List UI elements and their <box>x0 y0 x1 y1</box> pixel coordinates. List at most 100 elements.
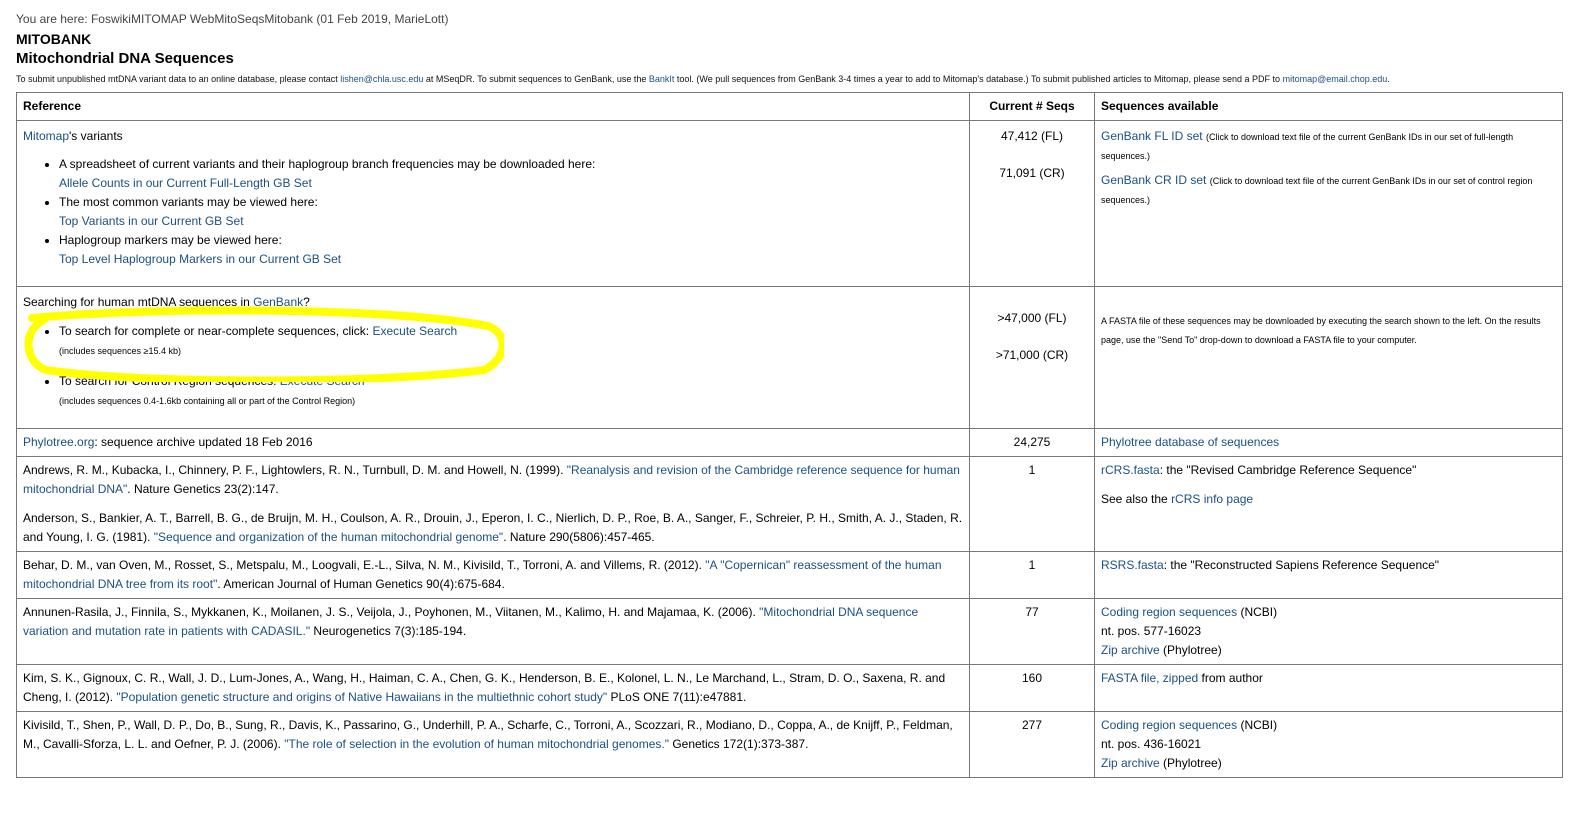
count-cell: 1 <box>969 551 1095 599</box>
text: Searching for human mtDNA sequences in <box>23 295 254 309</box>
bankit-link[interactable]: BankIt <box>649 74 675 84</box>
reference-cell: Kivisild, T., Shen, P., Wall, D. P., Do,… <box>16 711 970 778</box>
text: The most common variants may be viewed h… <box>59 195 318 209</box>
reference-cell: Andrews, R. M., Kubacka, I., Chinnery, P… <box>16 456 970 552</box>
text: See also the <box>1101 492 1172 506</box>
text: (NCBI) <box>1237 605 1278 619</box>
text: ? <box>303 295 310 309</box>
allele-counts-link[interactable]: Allele Counts in our Current Full-Length… <box>59 176 312 190</box>
breadcrumb-foswiki[interactable]: Foswiki <box>91 12 131 26</box>
sequences-cell: FASTA file, zipped from author <box>1094 664 1563 712</box>
kim-article-link[interactable]: "Population genetic structure and origin… <box>116 690 607 704</box>
text: 's variants <box>69 129 123 143</box>
text: Annunen-Rasila, J., Finnila, S., Mykkane… <box>23 605 760 619</box>
count-cell: 1 <box>969 456 1095 552</box>
breadcrumb-web[interactable]: WebMitoSeqsMitobank <box>190 12 313 26</box>
contact-email-link[interactable]: lishen@chla.usc.edu <box>340 74 423 84</box>
header-sequences-available: Sequences available <box>1094 92 1563 121</box>
text: (Phylotree) <box>1159 756 1222 770</box>
count-cell: >47,000 (FL) >71,000 (CR) <box>969 286 1095 429</box>
coding-region-link[interactable]: Coding region sequences <box>1101 718 1237 732</box>
list-item: To search for complete or near-complete … <box>59 322 963 360</box>
sequences-cell: RSRS.fasta: the "Reconstructed Sapiens R… <box>1094 551 1563 599</box>
zip-archive-link[interactable]: Zip archive <box>1101 756 1160 770</box>
execute-search-complete-link[interactable]: Execute Search <box>372 324 457 338</box>
rsrs-fasta-link[interactable]: RSRS.fasta <box>1101 558 1164 572</box>
table-row: Andrews, R. M., Kubacka, I., Chinnery, P… <box>16 456 1563 552</box>
zip-archive-link[interactable]: Zip archive <box>1101 643 1160 657</box>
text: Haplogroup markers may be viewed here: <box>59 233 282 247</box>
text: (NCBI) <box>1237 718 1278 732</box>
note: (includes sequences 0.4-1.6kb containing… <box>59 396 356 406</box>
reference-cell: Mitomap's variants A spreadsheet of curr… <box>16 120 970 287</box>
count-cr: 71,091 (CR) <box>999 166 1065 180</box>
intro-part: To submit unpublished mtDNA variant data… <box>16 74 341 84</box>
top-variants-link[interactable]: Top Variants in our Current GB Set <box>59 214 244 228</box>
text: . Nature 290(5806):457-465. <box>503 530 655 544</box>
fasta-note: A FASTA file of these sequences may be d… <box>1101 316 1541 345</box>
sequences-cell: A FASTA file of these sequences may be d… <box>1094 286 1563 429</box>
table-row: Kivisild, T., Shen, P., Wall, D. P., Do,… <box>16 711 1563 778</box>
count-fl: 47,412 (FL) <box>1000 129 1064 143</box>
genbank-cr-id-link[interactable]: GenBank CR ID set <box>1101 173 1206 187</box>
phylotree-database-link[interactable]: Phylotree database of sequences <box>1101 435 1279 449</box>
page-title: MITOBANK <box>16 31 92 47</box>
rcrs-info-link[interactable]: rCRS info page <box>1171 492 1253 506</box>
text: . American Journal of Human Genetics 90(… <box>217 577 505 591</box>
table-row: Annunen-Rasila, J., Finnila, S., Mykkane… <box>16 598 1563 665</box>
genbank-fl-id-link[interactable]: GenBank FL ID set <box>1101 129 1203 143</box>
reference-cell: Phylotree.org: sequence archive updated … <box>16 428 970 457</box>
header-current-seqs: Current # Seqs <box>969 92 1095 121</box>
list-item: Haplogroup markers may be viewed here: To… <box>59 231 963 269</box>
list-item: The most common variants may be viewed h… <box>59 193 963 231</box>
text: : sequence archive updated 18 Feb 2016 <box>94 435 313 449</box>
text: Andrews, R. M., Kubacka, I., Chinnery, P… <box>23 463 567 477</box>
sequences-cell: rCRS.fasta: the "Revised Cambridge Refer… <box>1094 456 1563 552</box>
text: (Phylotree) <box>1159 643 1222 657</box>
sequences-table: Reference Current # Seqs Sequences avail… <box>16 92 1563 778</box>
fasta-zipped-link[interactable]: FASTA file, zipped <box>1101 671 1198 685</box>
intro-part: . <box>1387 74 1390 84</box>
count-cr: >71,000 (CR) <box>995 348 1069 362</box>
reference-cell: Searching for human mtDNA sequences in G… <box>16 286 970 429</box>
reference-cell: Annunen-Rasila, J., Finnila, S., Mykkane… <box>16 598 970 665</box>
list-item: To search for Control Region sequences: … <box>59 372 963 410</box>
reference-cell: Kim, S. K., Gignoux, C. R., Wall, J. D.,… <box>16 664 970 712</box>
phylotree-link[interactable]: Phylotree.org <box>23 435 94 449</box>
text: Behar, D. M., van Oven, M., Rosset, S., … <box>23 558 706 572</box>
kivisild-article-link[interactable]: "The role of selection in the evolution … <box>284 737 669 751</box>
nt-pos: nt. pos. 436-16021 <box>1101 737 1202 751</box>
intro-part: tool. (We pull sequences from GenBank 3-… <box>674 74 1283 84</box>
sequences-cell: GenBank FL ID set (Click to download tex… <box>1094 120 1563 287</box>
sequences-cell: Coding region sequences (NCBI) nt. pos. … <box>1094 711 1563 778</box>
sequences-cell: Coding region sequences (NCBI) nt. pos. … <box>1094 598 1563 665</box>
count-cell: 24,275 <box>969 428 1095 457</box>
text: A spreadsheet of current variants and th… <box>59 157 596 171</box>
sequences-cell: Phylotree database of sequences <box>1094 428 1563 457</box>
haplogroup-markers-link[interactable]: Top Level Haplogroup Markers in our Curr… <box>59 252 341 266</box>
table-row: Behar, D. M., van Oven, M., Rosset, S., … <box>16 551 1563 599</box>
count-cell: 77 <box>969 598 1095 665</box>
rcrs-fasta-link[interactable]: rCRS.fasta <box>1101 463 1160 477</box>
anderson-article-link[interactable]: "Sequence and organization of the human … <box>154 530 503 544</box>
breadcrumb-suffix: (01 Feb 2019, MarieLott) <box>313 12 449 26</box>
execute-search-control-link[interactable]: Execute Search <box>280 374 365 388</box>
intro-part: at MSeqDR. To submit sequences to GenBan… <box>423 74 649 84</box>
table-row: Searching for human mtDNA sequences in G… <box>16 286 1563 429</box>
count-cell: 47,412 (FL) 71,091 (CR) <box>969 120 1095 287</box>
text: To search for complete or near-complete … <box>59 324 373 338</box>
genbank-link[interactable]: GenBank <box>253 295 303 309</box>
count-cell: 277 <box>969 711 1095 778</box>
breadcrumb: You are here: FoswikiMITOMAP WebMitoSeqs… <box>16 12 1576 26</box>
text: : the "Reconstructed Sapiens Reference S… <box>1163 558 1440 572</box>
coding-region-link[interactable]: Coding region sequences <box>1101 605 1237 619</box>
nt-pos: nt. pos. 577-16023 <box>1101 624 1202 638</box>
table-row: Mitomap's variants A spreadsheet of curr… <box>16 120 1563 287</box>
reference-cell: Behar, D. M., van Oven, M., Rosset, S., … <box>16 551 970 599</box>
count-cell: 160 <box>969 664 1095 712</box>
text: . Nature Genetics 23(2):147. <box>127 482 279 496</box>
breadcrumb-mitomap[interactable]: MITOMAP <box>131 12 187 26</box>
mitomap-link[interactable]: Mitomap <box>23 129 69 143</box>
note: (includes sequences ≥15.4 kb) <box>59 346 182 356</box>
mitomap-email-link[interactable]: mitomap@email.chop.edu <box>1283 74 1388 84</box>
